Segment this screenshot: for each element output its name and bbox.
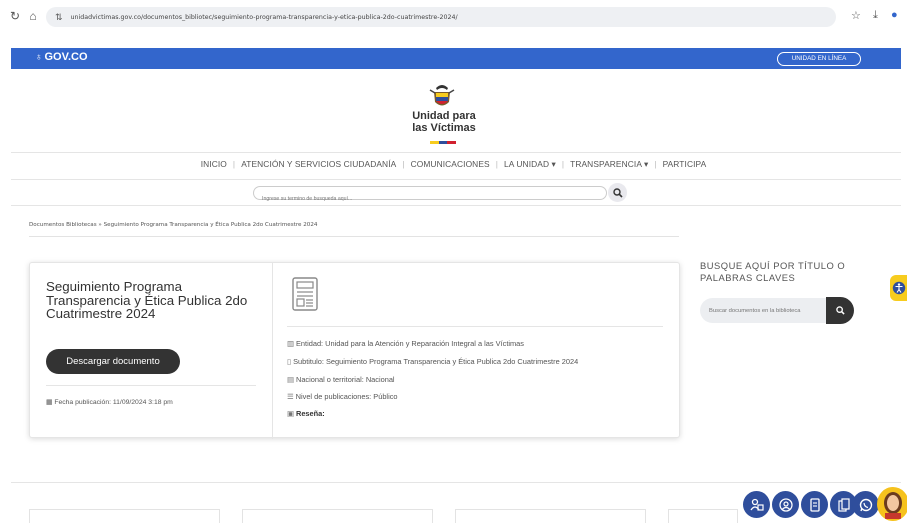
gov-shield-icon: ♁ — [35, 51, 43, 63]
divider — [11, 152, 901, 153]
accessibility-button[interactable] — [890, 275, 907, 301]
govco-logo[interactable]: ♁ GOV.CO — [35, 51, 88, 63]
publication-date: ▦ Fecha publicación: 11/09/2024 3:18 pm — [46, 398, 173, 406]
meta-subtitulo: ▯ Subtitulo: Seguimiento Programa Transpa… — [287, 357, 578, 366]
publication-date-text: Fecha publicación: 11/09/2024 3:18 pm — [54, 399, 173, 406]
search-icon — [612, 187, 623, 198]
home-icon[interactable]: ⌂ — [26, 9, 40, 23]
meta-nivel: ☰ Nivel de publicaciones: Público — [287, 392, 398, 401]
gov-bar: ♁ GOV.CO UNIDAD EN LÍNEA — [11, 48, 901, 69]
document-icon — [292, 277, 318, 311]
unidad-en-linea-button[interactable]: UNIDAD EN LÍNEA — [777, 52, 861, 66]
sidebar-search-input[interactable] — [700, 298, 828, 323]
people-float-icon[interactable] — [743, 491, 770, 518]
meta-nacional-text: Nacional o territorial: Nacional — [295, 375, 395, 384]
flag-stripe — [430, 141, 457, 144]
document-card: Seguimiento Programa Transparencia y Éti… — [29, 262, 680, 439]
logo-line-2: las Víctimas — [412, 122, 476, 134]
whatsapp-float-icon[interactable] — [852, 491, 879, 518]
url-text: unidadvictimas.gov.co/documentos_bibliot… — [70, 13, 458, 21]
bottom-card[interactable] — [455, 509, 646, 523]
divider — [287, 326, 663, 327]
divider — [11, 482, 901, 483]
document-card-right: ▥ Entidad: Unidad para la Atención y Repa… — [273, 263, 680, 439]
address-bar[interactable]: ⇅ unidadvictimas.gov.co/documentos_bibli… — [46, 7, 836, 27]
document-card-left: Seguimiento Programa Transparencia y Éti… — [30, 263, 273, 439]
divider — [11, 205, 901, 206]
bottom-card[interactable] — [242, 509, 433, 523]
meta-entidad: ▥ Entidad: Unidad para la Atención y Repa… — [287, 339, 524, 348]
accessibility-icon — [892, 281, 905, 295]
download-document-button[interactable]: Descargar documento — [46, 349, 180, 374]
bottom-card[interactable] — [668, 509, 738, 523]
nav-atencion[interactable]: ATENCIÓN Y SERVICIOS CIUDADANÍA — [241, 159, 396, 169]
meta-nacional: ▤ Nacional o territorial: Nacional — [287, 375, 395, 384]
nav-la-unidad[interactable]: LA UNIDAD ▾ — [504, 159, 556, 169]
meta-entidad-text: Entidad: Unidad para la Atención y Repar… — [295, 339, 524, 348]
bottom-card[interactable] — [29, 509, 220, 523]
meta-nivel-text: Nivel de publicaciones: Público — [295, 392, 398, 401]
map-icon: ▤ — [287, 375, 294, 384]
meta-resena: ▣ Reseña: — [287, 409, 325, 418]
site-search-input[interactable] — [254, 193, 606, 205]
nav-inicio[interactable]: INICIO — [201, 159, 227, 169]
escudo-icon[interactable] — [427, 80, 457, 110]
logo-line-1: Unidad para — [412, 110, 476, 122]
assistant-avatar[interactable] — [877, 487, 907, 521]
nav-comunicaciones[interactable]: COMUNICACIONES — [411, 159, 490, 169]
site-search-field[interactable] — [253, 186, 607, 205]
download-icon[interactable]: ⤓ — [873, 9, 878, 22]
divider — [46, 385, 256, 386]
review-icon: ▣ — [287, 409, 294, 418]
sidebar-search-title: BUSQUE AQUÍ POR TÍTULO O PALABRAS CLAVES — [700, 260, 846, 283]
nav-participa[interactable]: PARTICIPA — [663, 159, 707, 169]
document-float-icon[interactable] — [801, 491, 828, 518]
unidad-victimas-logo-text[interactable]: Unidad para las Víctimas — [394, 110, 494, 134]
breadcrumb[interactable]: Documentos Bibliotecas » Seguimiento Pro… — [29, 222, 317, 228]
file-icon: ▯ — [287, 357, 292, 366]
meta-resena-text: Reseña: — [295, 409, 325, 418]
reload-icon[interactable]: ↻ — [8, 9, 22, 23]
document-title: Seguimiento Programa Transparencia y Éti… — [46, 279, 248, 321]
site-search-button[interactable] — [608, 183, 627, 202]
divider — [11, 179, 901, 180]
star-icon[interactable]: ☆ — [851, 9, 861, 22]
profile-icon[interactable]: ● — [891, 9, 898, 21]
govco-text: GOV.CO — [44, 51, 88, 63]
nav-transparencia[interactable]: TRANSPARENCIA ▾ — [570, 159, 648, 169]
sidebar-search-field[interactable] — [700, 298, 828, 323]
site-info-icon[interactable]: ⇅ — [55, 12, 63, 23]
building-icon: ▥ — [287, 339, 294, 348]
sidebar-search-button[interactable] — [826, 297, 854, 324]
divider — [29, 236, 679, 237]
meta-subtitulo-text: Subtitulo: Seguimiento Programa Transpar… — [293, 357, 579, 366]
support-float-icon[interactable] — [772, 491, 799, 518]
search-icon — [835, 306, 845, 315]
levels-icon: ☰ — [287, 392, 294, 401]
main-navigation: INICIO | ATENCIÓN Y SERVICIOS CIUDADANÍA | C… — [200, 159, 707, 169]
browser-toolbar: ↻ ⌂ ⇅ unidadvictimas.gov.co/documentos_b… — [0, 0, 907, 33]
